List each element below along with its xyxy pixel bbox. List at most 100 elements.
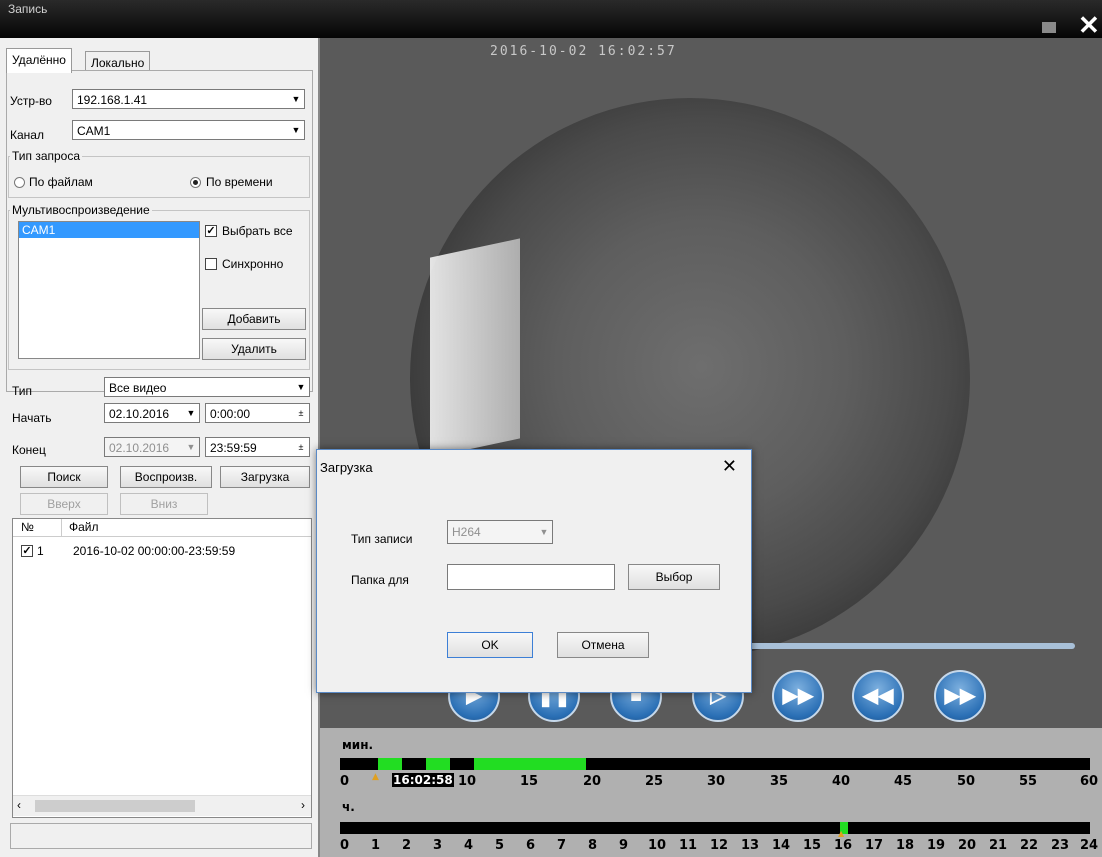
type-value: Все видео bbox=[109, 381, 167, 395]
scrollbar-thumb[interactable] bbox=[35, 800, 195, 812]
folder-path-input[interactable] bbox=[447, 564, 615, 590]
window-light bbox=[430, 238, 520, 458]
record-type-select[interactable]: H264 ▼ bbox=[447, 520, 553, 544]
camera-list[interactable]: CAM1 bbox=[18, 221, 200, 359]
status-bar bbox=[10, 823, 312, 849]
col-no-header: № bbox=[21, 520, 34, 534]
row-number: 1 bbox=[37, 544, 44, 558]
add-button[interactable]: Добавить bbox=[202, 308, 306, 330]
cursor-marker-icon: ▲ bbox=[838, 829, 845, 838]
horizontal-scrollbar[interactable]: ‹ › bbox=[13, 795, 311, 816]
hour-tick: 19 bbox=[927, 838, 946, 853]
channel-select[interactable]: CAM1 ▼ bbox=[72, 120, 305, 140]
up-button[interactable]: Вверх bbox=[20, 493, 108, 515]
seek-bar[interactable] bbox=[745, 643, 1075, 649]
dialog-title: Загрузка bbox=[320, 460, 373, 475]
scroll-left-icon[interactable]: ‹ bbox=[17, 798, 21, 812]
hour-tick: 8 bbox=[588, 838, 598, 853]
tab-remote[interactable]: Удалённо bbox=[6, 48, 72, 73]
minute-tick: 10 bbox=[458, 774, 477, 789]
recording-segment bbox=[426, 758, 450, 770]
radio-by-file[interactable] bbox=[14, 177, 25, 188]
hours-ticks: 0 1 2 3 4 5 6 7 8 9 10 11 12 13 14 15 16… bbox=[340, 838, 1100, 854]
hour-tick: 7 bbox=[557, 838, 567, 853]
sync-checkbox[interactable] bbox=[205, 258, 217, 270]
hour-tick: 23 bbox=[1051, 838, 1070, 853]
hour-tick: 20 bbox=[958, 838, 977, 853]
download-dialog: Загрузка ✕ Тип записи H264 ▼ Папка для В… bbox=[316, 449, 752, 693]
minutes-label: мин. bbox=[342, 738, 374, 752]
ok-button[interactable]: OK bbox=[447, 632, 533, 658]
chevron-down-icon: ▼ bbox=[296, 382, 306, 392]
close-icon[interactable]: ✕ bbox=[1078, 12, 1100, 38]
by-file-label: По файлам bbox=[29, 175, 93, 189]
minute-tick: 55 bbox=[1019, 774, 1038, 789]
hour-tick: 6 bbox=[526, 838, 536, 853]
hour-tick: 3 bbox=[433, 838, 443, 853]
type-select[interactable]: Все видео ▼ bbox=[104, 377, 310, 397]
hour-tick: 5 bbox=[495, 838, 505, 853]
list-item[interactable]: CAM1 bbox=[19, 222, 199, 238]
minute-tick: 20 bbox=[583, 774, 602, 789]
minimize-icon[interactable] bbox=[1042, 22, 1056, 33]
type-label: Тип bbox=[12, 384, 33, 398]
minute-tick: 40 bbox=[832, 774, 851, 789]
hour-tick: 10 bbox=[648, 838, 667, 853]
hour-tick: 16 bbox=[834, 838, 853, 853]
play-button[interactable]: Воспроизв. bbox=[120, 466, 212, 488]
down-button[interactable]: Вниз bbox=[120, 493, 208, 515]
end-date-picker[interactable]: 02.10.2016 ▼ bbox=[104, 437, 200, 457]
radio-by-time[interactable] bbox=[190, 177, 201, 188]
hour-tick: 1 bbox=[371, 838, 381, 853]
cancel-button[interactable]: Отмена bbox=[557, 632, 649, 658]
start-label: Начать bbox=[12, 411, 52, 425]
end-time-value: 23:59:59 bbox=[210, 441, 257, 455]
device-value: 192.168.1.41 bbox=[77, 93, 148, 107]
browse-button[interactable]: Выбор bbox=[628, 564, 720, 590]
minute-tick: 30 bbox=[707, 774, 726, 789]
minutes-bar[interactable] bbox=[340, 758, 1090, 770]
hour-tick: 18 bbox=[896, 838, 915, 853]
remove-button[interactable]: Удалить bbox=[202, 338, 306, 360]
chevron-down-icon: ▼ bbox=[539, 527, 549, 537]
chevron-down-icon: ▼ bbox=[186, 408, 196, 418]
start-time-stepper[interactable]: 0:00:00 ± bbox=[205, 403, 310, 423]
end-label: Конец bbox=[12, 443, 46, 457]
record-type-value: H264 bbox=[452, 525, 481, 539]
hours-bar[interactable]: ▲ bbox=[340, 822, 1090, 838]
timeline-panel[interactable]: мин. 0 5 10 15 20 25 30 35 40 45 50 55 6… bbox=[320, 728, 1102, 857]
download-button[interactable]: Загрузка bbox=[220, 466, 310, 488]
by-time-label: По времени bbox=[206, 175, 273, 189]
file-table[interactable]: № Файл ✓ 1 2016-10-02 00:00:00-23:59:59 … bbox=[12, 518, 312, 818]
channel-label: Канал bbox=[10, 128, 44, 142]
recording-segment bbox=[474, 758, 586, 770]
column-divider bbox=[61, 519, 62, 536]
device-select[interactable]: 192.168.1.41 ▼ bbox=[72, 89, 305, 109]
minute-tick: 60 bbox=[1080, 774, 1099, 789]
table-row[interactable]: ✓ 1 2016-10-02 00:00:00-23:59:59 bbox=[13, 543, 311, 559]
hour-tick: 13 bbox=[741, 838, 760, 853]
sync-label: Синхронно bbox=[222, 257, 284, 271]
next-icon[interactable]: ▶▶ bbox=[934, 670, 986, 722]
start-date-picker[interactable]: 02.10.2016 ▼ bbox=[104, 403, 200, 423]
close-icon[interactable]: ✕ bbox=[722, 456, 737, 477]
cursor-time: 16:02:58 bbox=[392, 773, 454, 787]
select-all-checkbox[interactable]: ✓ bbox=[205, 225, 217, 237]
end-time-stepper[interactable]: 23:59:59 ± bbox=[205, 437, 310, 457]
row-file-name: 2016-10-02 00:00:00-23:59:59 bbox=[73, 544, 236, 558]
end-date-value: 02.10.2016 bbox=[109, 441, 170, 455]
fast-forward-icon[interactable]: ▶▶ bbox=[772, 670, 824, 722]
hour-tick: 4 bbox=[464, 838, 474, 853]
scroll-right-icon[interactable]: › bbox=[301, 798, 305, 812]
hour-tick: 9 bbox=[619, 838, 629, 853]
minute-tick: 25 bbox=[645, 774, 664, 789]
chevron-down-icon: ▼ bbox=[186, 442, 196, 452]
search-button[interactable]: Поиск bbox=[20, 466, 108, 488]
row-checkbox[interactable]: ✓ bbox=[21, 545, 33, 557]
hour-tick: 12 bbox=[710, 838, 729, 853]
spin-icon: ± bbox=[298, 408, 304, 418]
previous-icon[interactable]: ◀◀ bbox=[852, 670, 904, 722]
window-title: Запись bbox=[8, 2, 48, 16]
hour-tick: 24 bbox=[1080, 838, 1099, 853]
hour-tick: 14 bbox=[772, 838, 791, 853]
